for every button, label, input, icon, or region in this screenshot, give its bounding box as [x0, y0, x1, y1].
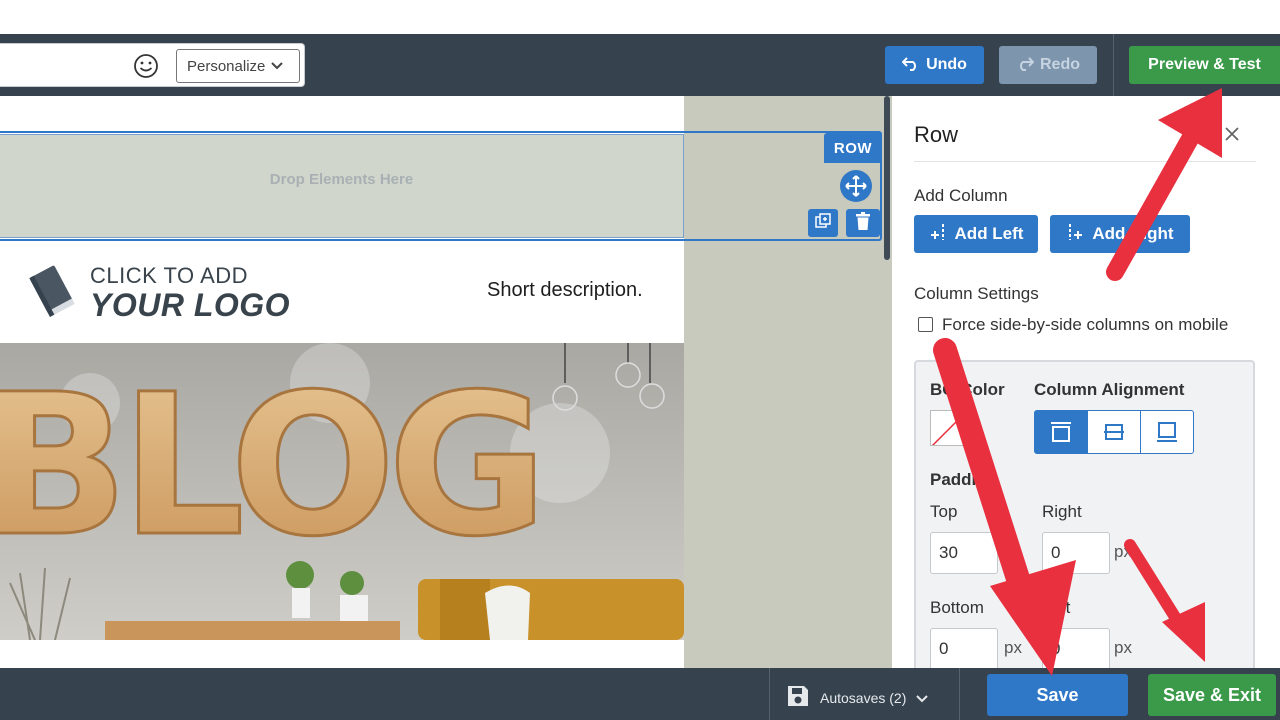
- logo-line-2: YOUR LOGO: [90, 287, 291, 323]
- subject-line-field[interactable]: Personalize: [0, 43, 305, 87]
- save-disk-icon: [786, 684, 810, 711]
- column-alignment-label: Column Alignment: [1034, 380, 1185, 399]
- duplicate-row-button[interactable]: [808, 209, 838, 237]
- panel-divider: [914, 161, 1256, 162]
- save-exit-button[interactable]: Save & Exit: [1148, 674, 1276, 716]
- logo-line-1: CLICK TO ADD: [90, 263, 249, 288]
- delete-row-button[interactable]: [846, 209, 880, 237]
- padding-left-label: Left: [1042, 598, 1071, 617]
- personalize-label: Personalize: [187, 57, 266, 75]
- preview-test-button[interactable]: Preview & Test: [1129, 46, 1280, 84]
- bottom-divider-2: [959, 668, 960, 720]
- padding-label: Padding: [930, 470, 998, 489]
- short-description[interactable]: Short description.: [487, 279, 643, 302]
- undo-button[interactable]: Undo: [885, 46, 984, 84]
- align-bottom-icon[interactable]: [1141, 411, 1193, 453]
- autosaves-dropdown[interactable]: Autosaves (2): [786, 684, 929, 711]
- editor-toolbar: Personalize Undo Redo Preview & Test: [0, 34, 1280, 96]
- save-button[interactable]: Save: [987, 674, 1128, 716]
- hero-image[interactable]: BLOG: [0, 343, 684, 640]
- padding-right-label: Right: [1042, 502, 1082, 521]
- chevron-down-icon: [916, 690, 929, 706]
- padding-bottom-unit: px: [1004, 638, 1022, 657]
- padding-right-unit: px: [1114, 542, 1132, 561]
- add-left-icon: [929, 222, 947, 247]
- toolbar-divider: [1113, 34, 1114, 96]
- force-side-by-side-checkbox[interactable]: [918, 317, 933, 332]
- column-alignment-group: [1034, 410, 1194, 454]
- add-left-label: Add Left: [954, 224, 1024, 243]
- padding-top-label: Top: [930, 502, 958, 521]
- align-middle-icon[interactable]: [1088, 411, 1141, 453]
- chevron-down-icon: [271, 59, 284, 73]
- autosaves-label: Autosaves (2): [820, 689, 907, 706]
- row-badge: ROW: [824, 133, 882, 163]
- personalize-dropdown[interactable]: Personalize: [176, 49, 300, 83]
- column-settings-label: Column Settings: [914, 284, 1039, 303]
- panel-title: Row: [914, 122, 959, 147]
- preview-label: Preview & Test: [1148, 56, 1261, 73]
- top-strip: [0, 0, 1280, 34]
- undo-icon: [901, 55, 920, 76]
- redo-button[interactable]: Redo: [999, 46, 1097, 84]
- bg-color-swatch[interactable]: [930, 410, 966, 446]
- book-icon: [26, 263, 78, 319]
- email-canvas: Drop Elements Here ROW CLICK TO ADD YOUR…: [0, 96, 892, 668]
- padding-top-input[interactable]: 30: [930, 532, 998, 574]
- duplicate-icon: [815, 212, 831, 234]
- add-left-button[interactable]: Add Left: [914, 215, 1038, 253]
- padding-right-input[interactable]: 0: [1042, 532, 1110, 574]
- bg-color-label: BG Color: [930, 380, 1005, 399]
- move-icon[interactable]: [840, 170, 872, 202]
- padding-bottom-input[interactable]: 0: [930, 628, 998, 668]
- redo-label: Redo: [1040, 56, 1080, 73]
- add-right-button[interactable]: Add Right: [1050, 215, 1190, 253]
- align-top-icon[interactable]: [1035, 411, 1088, 453]
- close-icon[interactable]: [1224, 122, 1240, 148]
- properties-panel: Row Add Column Add Left Add Right Column…: [892, 96, 1280, 668]
- add-column-label: Add Column: [914, 186, 1008, 205]
- bottom-divider-1: [769, 668, 770, 720]
- padding-left-input[interactable]: 0: [1042, 628, 1110, 668]
- canvas-scrollbar[interactable]: [884, 96, 890, 260]
- add-right-label: Add Right: [1092, 224, 1174, 243]
- logo-placeholder[interactable]: CLICK TO ADD YOUR LOGO: [26, 261, 290, 323]
- smile-icon[interactable]: [133, 53, 159, 79]
- padding-left-unit: px: [1114, 638, 1132, 657]
- hero-text: BLOG: [0, 352, 540, 579]
- padding-bottom-label: Bottom: [930, 598, 984, 617]
- undo-label: Undo: [926, 56, 967, 73]
- add-right-icon: [1066, 222, 1084, 247]
- redo-icon: [1016, 55, 1035, 76]
- bottom-bar: Autosaves (2) Save Save & Exit: [0, 668, 1280, 720]
- column-settings-box: BG Color Column Alignment Padding Top Ri…: [914, 360, 1255, 668]
- trash-icon: [856, 211, 870, 235]
- force-side-by-side-label: Force side-by-side columns on mobile: [942, 315, 1229, 334]
- selected-row-outline: [0, 131, 882, 241]
